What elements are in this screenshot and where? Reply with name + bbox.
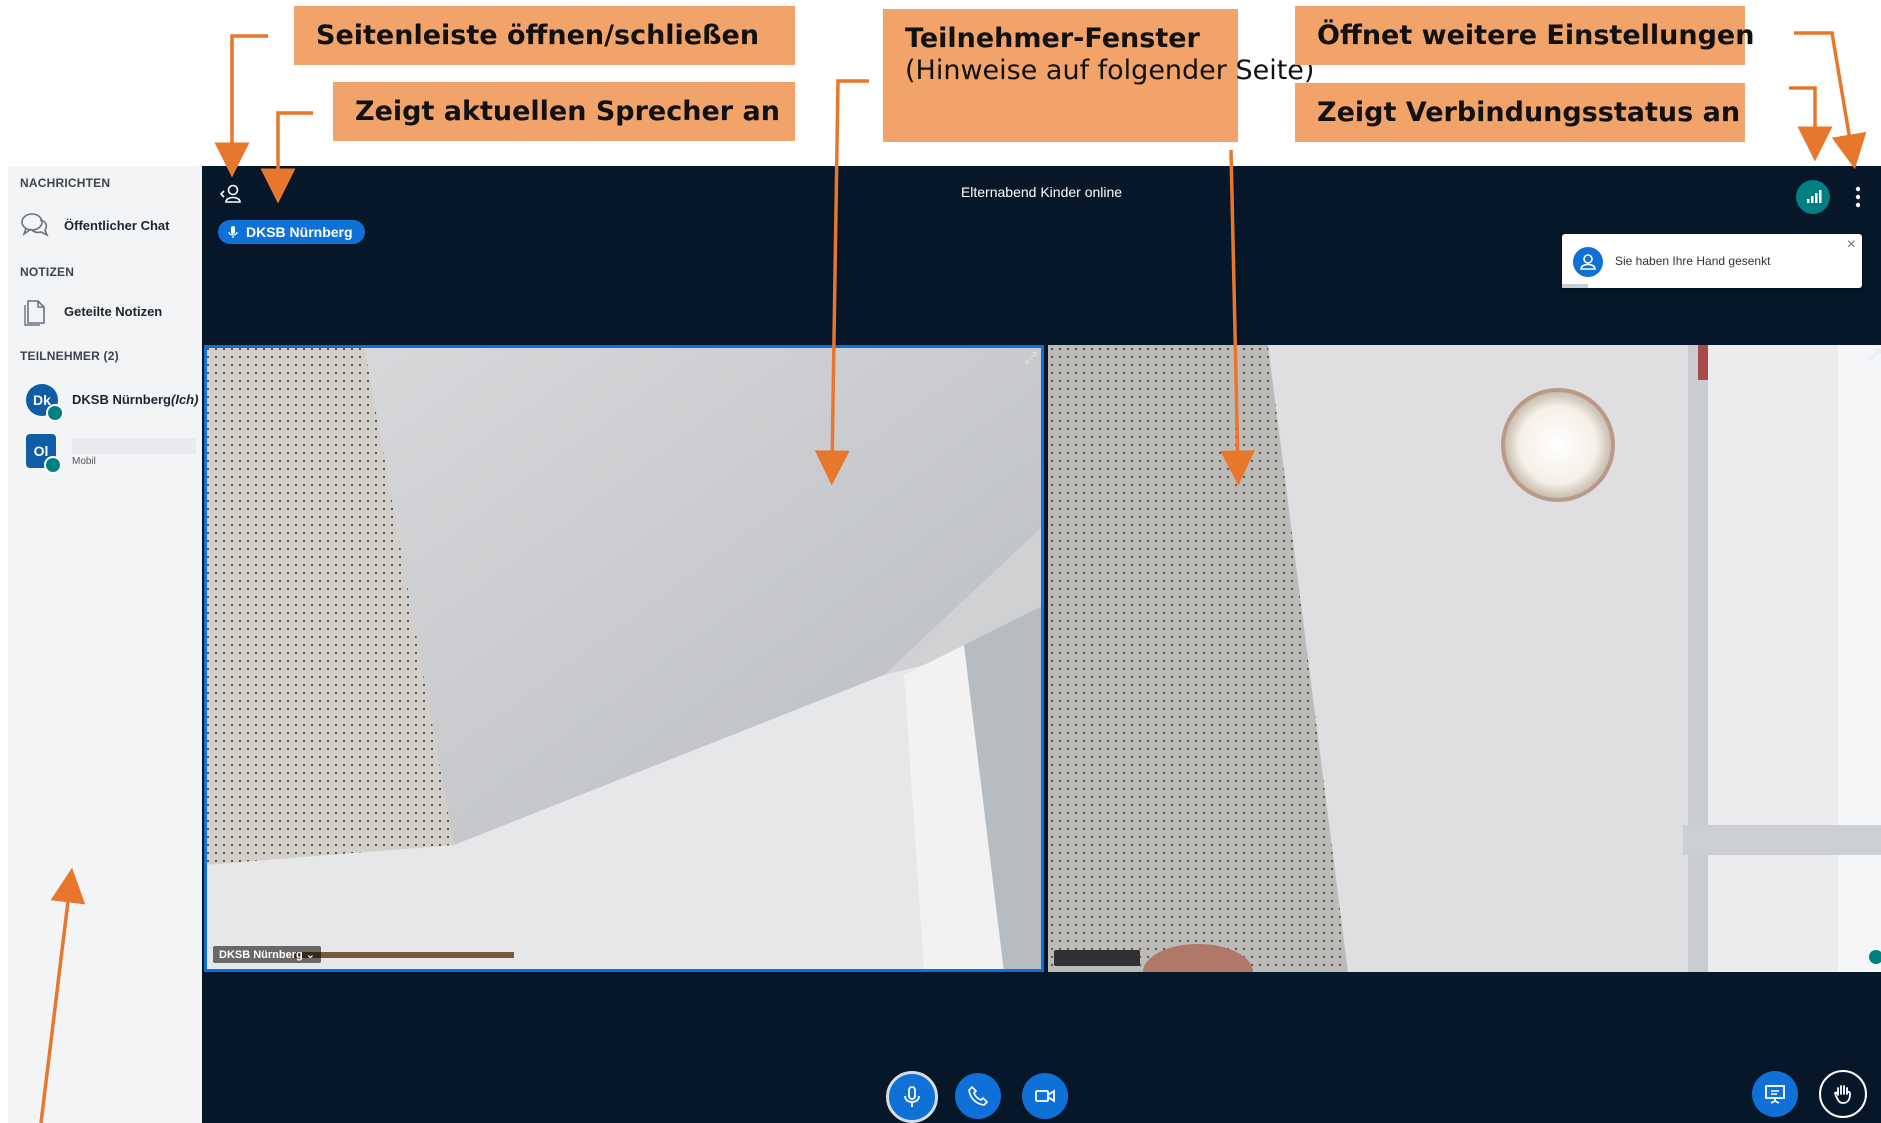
public-chat-label: Öffentlicher Chat: [64, 217, 170, 233]
meeting-title: Elternabend Kinder online: [960, 184, 1123, 200]
participants-heading: TEILNEHMER (2): [20, 349, 119, 363]
participant-self-tag: (Ich): [171, 392, 199, 407]
microphone-icon: [904, 1086, 920, 1107]
callout-participant-window-note: (Hinweise auf folgender Seite): [905, 55, 1315, 86]
notes-heading: NOTIZEN: [20, 265, 75, 279]
fullscreen-icon[interactable]: ⤢: [1024, 350, 1037, 368]
notification-progress: [1562, 284, 1588, 288]
video-camera-icon: [1035, 1089, 1055, 1103]
phone-icon: [968, 1085, 989, 1106]
vertical-dots-icon[interactable]: [1851, 185, 1865, 209]
presentation-icon: [1765, 1085, 1785, 1104]
participant-device-tag: Mobil: [72, 456, 96, 467]
callout-participant-window-title: Teilnehmer-Fenster: [905, 23, 1200, 54]
avatar: Dk: [26, 384, 64, 422]
user-icon: [1573, 247, 1603, 277]
video-tile-name[interactable]: [1054, 950, 1140, 966]
raise-hand-button[interactable]: [1819, 1070, 1867, 1118]
avatar-initials: Ol: [33, 443, 49, 459]
listen-only-status-icon: [44, 456, 62, 474]
share-webcam-button[interactable]: [1022, 1073, 1068, 1119]
video-tile-remote[interactable]: ⤢: [1048, 345, 1881, 972]
callout-current-speaker: Zeigt aktuellen Sprecher an: [333, 82, 795, 141]
public-chat-item[interactable]: Öffentlicher Chat: [20, 206, 194, 244]
close-icon[interactable]: ×: [1847, 236, 1856, 254]
fullscreen-icon[interactable]: ⤢: [1868, 347, 1881, 365]
shared-notes-label: Geteilte Notizen: [64, 303, 163, 319]
avatar: Ol: [26, 434, 62, 474]
mute-microphone-button[interactable]: [886, 1071, 938, 1123]
document-icon: [24, 300, 45, 326]
sidebar: NACHRICHTEN Öffentlicher Chat NOTIZEN Ge…: [8, 166, 202, 1123]
presentation-button[interactable]: [1752, 1071, 1798, 1117]
video-frame: [1048, 345, 1881, 972]
hand-icon: [1833, 1085, 1851, 1104]
chat-bubbles-icon: [21, 213, 49, 237]
notification-message: Sie haben Ihre Hand gesenkt: [1615, 254, 1771, 268]
microphone-icon: [228, 226, 238, 238]
callout-participant-window: Teilnehmer-Fenster (Hinweise auf folgend…: [883, 9, 1315, 142]
leave-audio-button[interactable]: [955, 1073, 1001, 1119]
notification-toast: Sie haben Ihre Hand gesenkt ×: [1562, 234, 1862, 288]
video-tile-self[interactable]: DKSB Nürnberg ⌄ ⤢: [204, 345, 1044, 972]
video-tile-name[interactable]: DKSB Nürnberg ⌄: [213, 946, 321, 963]
callout-connection-status: Zeigt Verbindungsstatus an: [1295, 83, 1745, 142]
participant-row[interactable]: Dk DKSB Nürnberg (Ich): [20, 380, 198, 422]
meeting-main: Elternabend Kinder online DKSB Nürnberg …: [202, 166, 1881, 1123]
current-speaker-indicator[interactable]: DKSB Nürnberg: [218, 220, 365, 244]
callout-more-settings: Öffnet weitere Einstellungen: [1295, 6, 1754, 65]
participant-name-field: [72, 438, 196, 454]
microphone-status-icon: [46, 404, 64, 422]
video-frame: [207, 348, 1041, 969]
signal-bars-icon: [1807, 190, 1822, 203]
callout-sidebar-toggle: Seitenleiste öffnen/schließen: [294, 6, 795, 65]
shared-notes-item[interactable]: Geteilte Notizen: [20, 292, 194, 330]
connection-status-button[interactable]: [1796, 180, 1830, 214]
current-speaker-name: DKSB Nürnberg: [246, 224, 353, 240]
listen-only-status-icon: [1869, 950, 1881, 964]
messages-heading: NACHRICHTEN: [20, 176, 111, 190]
participant-name: DKSB Nürnberg: [72, 392, 171, 407]
participant-row[interactable]: Ol Mobil: [20, 430, 196, 474]
